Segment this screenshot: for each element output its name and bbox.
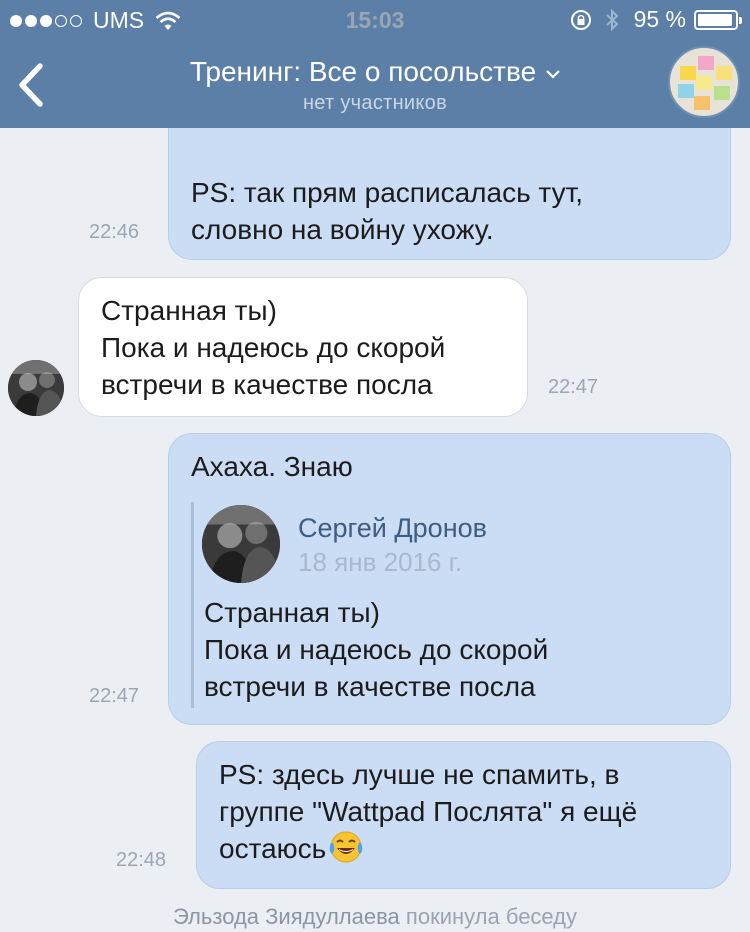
battery-icon <box>694 9 742 30</box>
person-photo-icon <box>202 505 280 583</box>
message-text: Ахаха. Знаю <box>191 451 353 482</box>
outgoing-message[interactable]: Ахаха. Знаю Сергей Дронов 18 янв 2016 г.… <box>168 433 731 725</box>
message-line: группе "Wattpad Послята" я ещё <box>219 796 638 827</box>
message-time: 22:47 <box>89 685 140 707</box>
message-line-last: остаюсь <box>219 830 364 867</box>
chat-subtitle: нет участников <box>302 92 448 114</box>
message-line: словно на войну ухожу. <box>191 214 494 245</box>
status-bar: UMS 15:03 95 % <box>0 0 750 40</box>
forwarded-message[interactable]: Сергей Дронов 18 янв 2016 г. Странная ты… <box>191 502 711 708</box>
bluetooth-icon <box>605 8 619 31</box>
reply-author-avatar <box>202 505 280 583</box>
rotation-lock-icon <box>570 9 591 30</box>
chat-title: Тренинг: Все о посольстве <box>189 56 537 87</box>
message-time: 22:48 <box>116 849 167 871</box>
reply-line: Пока и надеюсь до скорой <box>204 634 549 665</box>
reply-author-name[interactable]: Сергей Дронов <box>298 510 487 547</box>
reply-body: Странная ты) Пока и надеюсь до скорой вс… <box>204 594 548 705</box>
message-line: встречи в качестве посла <box>101 369 433 400</box>
message-text: остаюсь <box>219 833 327 864</box>
reply-line: Странная ты) <box>204 597 380 628</box>
group-avatar[interactable] <box>668 46 740 118</box>
message-time: 22:46 <box>89 221 140 243</box>
nav-header: UMS 15:03 95 % Тренинг: Все о посольстве… <box>0 0 750 128</box>
chat-area[interactable]: PS: так прям расписалась тут, словно на … <box>0 0 750 932</box>
reply-line: встречи в качестве посла <box>204 671 536 702</box>
battery-level <box>698 13 733 26</box>
outgoing-message[interactable]: PS: здесь лучше не спамить, в группе "Wa… <box>196 741 731 889</box>
battery-percent: 95 % <box>633 6 686 32</box>
message-line: Странная ты) <box>101 295 277 326</box>
chevron-down-icon <box>546 69 560 79</box>
service-action: покинула беседу <box>405 904 578 929</box>
incoming-message[interactable]: Странная ты) Пока и надеюсь до скорой вс… <box>78 277 528 417</box>
service-user[interactable]: Эльзода Зиядуллаева <box>173 904 400 929</box>
message-line: PS: здесь лучше не спамить, в <box>219 759 620 790</box>
message-line: PS: так прям расписалась тут, <box>191 177 584 208</box>
message-line: Пока и надеюсь до скорой <box>101 332 446 363</box>
reply-date: 18 янв 2016 г. <box>298 547 463 577</box>
service-message: Эльзода Зиядуллаева покинула беседу <box>0 904 750 930</box>
message-time: 22:47 <box>548 376 599 398</box>
face-with-tears-of-joy-icon <box>328 830 364 864</box>
person-photo-icon <box>8 360 64 416</box>
sender-avatar[interactable] <box>8 360 64 416</box>
chat-title-area[interactable]: Тренинг: Все о посольстве нет участников <box>0 56 750 115</box>
